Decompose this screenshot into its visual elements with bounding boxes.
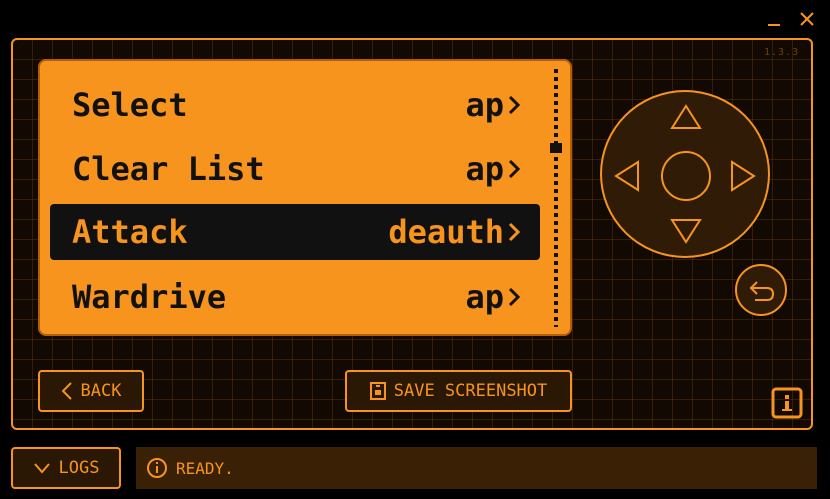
menu-item-wardrive[interactable]: Wardrive ap — [50, 269, 540, 325]
dpad-up-button[interactable] — [668, 102, 704, 132]
info-circle-icon — [147, 458, 167, 478]
dpad-down-button[interactable] — [668, 216, 704, 246]
menu-item-value: ap — [465, 278, 504, 316]
chevron-right-icon — [508, 287, 520, 307]
close-button[interactable] — [796, 8, 818, 30]
back-button[interactable]: BACK — [38, 370, 144, 412]
dpad-center-button[interactable] — [659, 149, 713, 203]
logs-button[interactable]: LOGS — [11, 447, 121, 489]
chevron-right-icon — [508, 95, 520, 115]
status-text: READY. — [176, 458, 234, 478]
save-icon — [369, 382, 386, 400]
save-screenshot-button[interactable]: SAVE SCREENSHOT — [345, 370, 572, 412]
menu-item-select[interactable]: Select ap — [50, 77, 540, 133]
menu-item-label: Clear List — [72, 150, 265, 188]
minimize-icon — [768, 24, 780, 26]
dpad-left-button[interactable] — [612, 158, 642, 194]
dpad — [600, 90, 770, 258]
menu-item-attack[interactable]: Attack deauth — [50, 204, 540, 260]
menu-item-value: deauth — [388, 213, 504, 251]
scrollbar-thumb[interactable] — [550, 143, 562, 154]
chevron-left-icon — [61, 382, 72, 400]
version-label: 1.3.3 — [764, 47, 800, 58]
back-button-label: BACK — [80, 381, 122, 401]
dpad-right-button[interactable] — [728, 158, 758, 194]
menu-item-label: Wardrive — [72, 278, 227, 316]
info-button[interactable] — [770, 386, 804, 420]
scrollbar-track[interactable] — [554, 69, 558, 327]
menu-item-label: Attack — [72, 213, 188, 251]
save-screenshot-label: SAVE SCREENSHOT — [393, 381, 548, 401]
info-icon — [771, 387, 803, 419]
close-icon — [800, 12, 814, 26]
menu-item-clear-list[interactable]: Clear List ap — [50, 141, 540, 197]
status-bar: READY. — [136, 447, 817, 489]
logs-button-label: LOGS — [58, 458, 100, 478]
minimize-button[interactable] — [764, 8, 786, 30]
menu-item-value: ap — [465, 86, 504, 124]
menu-item-value: ap — [465, 150, 504, 188]
chevron-right-icon — [508, 159, 520, 179]
menu-item-label: Select — [72, 86, 188, 124]
device-screen: Select ap Clear List ap Attack deauth Wa… — [38, 59, 572, 336]
return-button[interactable] — [735, 264, 787, 316]
return-arrow-icon — [749, 281, 775, 301]
chevron-down-icon — [33, 463, 50, 474]
chevron-right-icon — [508, 222, 520, 242]
